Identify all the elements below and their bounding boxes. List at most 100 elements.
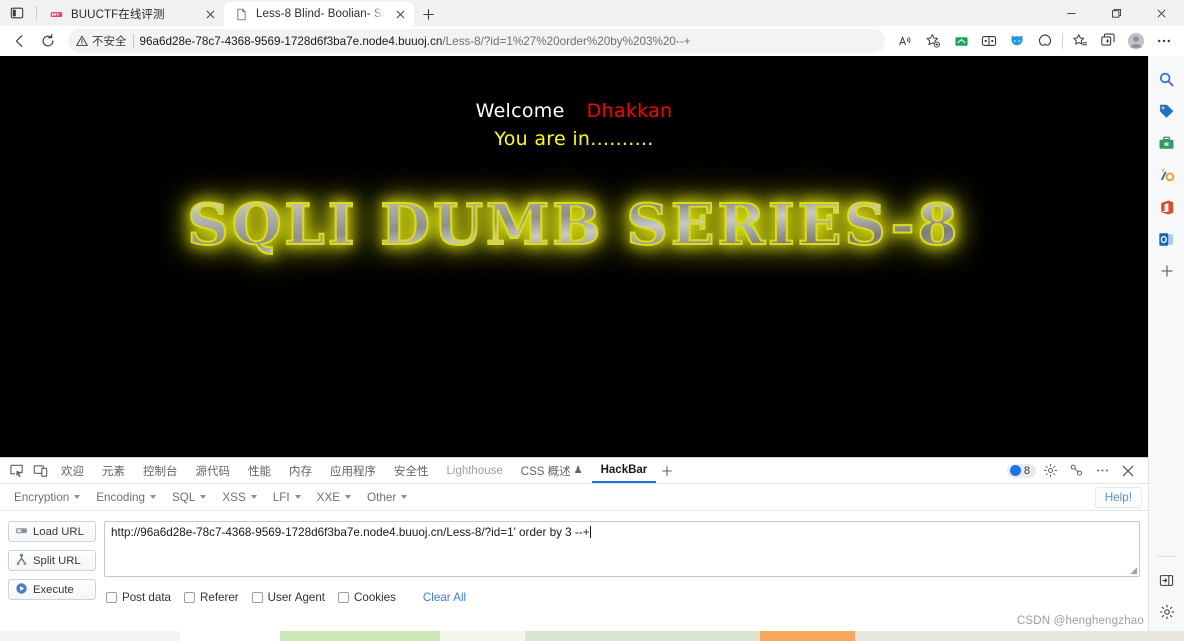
close-tab-button[interactable] xyxy=(202,6,218,22)
close-tab-button[interactable] xyxy=(392,6,408,22)
checkbox-cookies[interactable]: Cookies xyxy=(338,591,396,604)
checkbox-box[interactable] xyxy=(251,592,263,603)
reload-button[interactable] xyxy=(34,28,62,54)
browser-tab-1[interactable]: BUUCTF在线评测 xyxy=(39,2,224,26)
inspect-element-button[interactable] xyxy=(4,460,28,482)
minimize-button[interactable] xyxy=(1049,0,1094,26)
close-window-button[interactable] xyxy=(1139,0,1184,26)
checkbox-post-data[interactable]: Post data xyxy=(106,591,171,604)
address-bar[interactable]: 不安全 96a6d28e-78c7-4368-9569-1728d6f3ba7e… xyxy=(68,29,885,53)
button-label: Load URL xyxy=(33,525,84,538)
sidebar-item-office[interactable] xyxy=(1152,192,1182,222)
device-toolbar-button[interactable] xyxy=(28,460,52,482)
split-screen-button[interactable] xyxy=(975,28,1003,54)
browser-essentials-button[interactable] xyxy=(1031,28,1059,54)
favorites-button[interactable] xyxy=(1066,28,1094,54)
devtools-settings-button[interactable] xyxy=(1038,460,1062,482)
hackbar-menu-encoding[interactable]: Encoding xyxy=(88,488,164,507)
sidebar-settings-button[interactable] xyxy=(1152,597,1182,627)
chevron-down-icon xyxy=(294,495,301,499)
sidebar-item-tools[interactable] xyxy=(1152,128,1182,158)
settings-more-button[interactable] xyxy=(1150,28,1178,54)
sidebar-item-shopping[interactable] xyxy=(1152,96,1182,126)
settings-gear-icon xyxy=(1043,463,1057,478)
devtools-tab-security[interactable]: 安全性 xyxy=(385,458,438,483)
read-aloud-button[interactable] xyxy=(891,28,919,54)
checkbox-box[interactable] xyxy=(184,592,195,603)
add-favorite-button[interactable] xyxy=(919,28,947,54)
back-button[interactable] xyxy=(6,28,34,54)
devtools-tab-console[interactable]: 控制台 xyxy=(134,458,187,483)
new-tab-button[interactable] xyxy=(414,2,442,26)
load-url-icon xyxy=(15,524,28,540)
checkbox-label: Cookies xyxy=(354,591,396,604)
hackbar-options-row: Post data Referer User Agent Cookies Cle… xyxy=(104,591,1140,604)
tools-briefcase-icon xyxy=(1159,136,1174,149)
hackbar-menu-xss[interactable]: XSS xyxy=(214,488,264,507)
hackbar-menu-lfi[interactable]: LFI xyxy=(265,488,309,507)
clear-all-link[interactable]: Clear All xyxy=(423,591,466,604)
hackbar-button-column: Load URL Split URL Execute xyxy=(8,521,96,641)
devtools-more-button[interactable] xyxy=(1090,460,1114,482)
checkbox-box[interactable] xyxy=(106,592,117,603)
sidebar-item-search[interactable] xyxy=(1152,64,1182,94)
checkbox-user-agent[interactable]: User Agent xyxy=(251,591,325,604)
split-url-button[interactable]: Split URL xyxy=(8,550,96,571)
security-warning[interactable]: 不安全 xyxy=(76,33,127,49)
execute-button[interactable]: Execute xyxy=(8,579,96,600)
devtools-close-button[interactable] xyxy=(1116,460,1140,482)
profile-button[interactable] xyxy=(1122,28,1150,54)
button-label: Split URL xyxy=(33,554,81,567)
tab-search-button[interactable] xyxy=(0,0,34,26)
devtools-add-tab-button[interactable] xyxy=(656,460,678,482)
hackbar-menu-xxe[interactable]: XXE xyxy=(309,488,359,507)
devtools-tab-sources[interactable]: 源代码 xyxy=(187,458,240,483)
tab-actions-button[interactable] xyxy=(1094,28,1122,54)
message-count: 8 xyxy=(1023,464,1030,477)
button-label: Execute xyxy=(33,583,74,596)
hackbar-menu-other[interactable]: Other xyxy=(359,488,415,507)
hackbar-help-button[interactable]: Help! xyxy=(1094,486,1142,508)
chevron-down-icon xyxy=(345,495,352,499)
collections-button[interactable] xyxy=(1003,28,1031,54)
resize-grip-icon[interactable]: ◢ xyxy=(1130,566,1137,575)
inspect-element-icon xyxy=(9,464,23,478)
tab-label: 安全性 xyxy=(394,465,429,478)
sidebar-settings-gear-icon xyxy=(1159,604,1174,620)
browser-essentials-icon xyxy=(1038,34,1052,46)
menu-label: XXE xyxy=(316,490,341,504)
sidebar-item-add[interactable] xyxy=(1152,256,1182,286)
devtools-right-controls: 8 xyxy=(1006,460,1144,482)
tab-label: HackBar xyxy=(600,463,648,476)
hackbar-menu-encryption[interactable]: Encryption xyxy=(6,488,88,507)
extension-green-button[interactable] xyxy=(947,28,975,54)
browser-tab-2[interactable]: Less-8 Blind- Boolian- Single Qu xyxy=(224,2,414,26)
read-aloud-icon xyxy=(898,35,910,45)
devtools-tab-css-overview[interactable]: CSS 概述 ♟ xyxy=(512,458,592,483)
message-count-badge[interactable]: 8 xyxy=(1006,463,1036,478)
devtools-tab-welcome[interactable]: 欢迎 xyxy=(52,458,93,483)
experimental-flask-icon: ♟ xyxy=(573,465,583,476)
devtools-tab-performance[interactable]: 性能 xyxy=(239,458,280,483)
sidebar-item-games[interactable] xyxy=(1152,160,1182,190)
load-url-button[interactable]: Load URL xyxy=(8,521,96,542)
hackbar-url-textarea[interactable]: http://96a6d28e-78c7-4368-9569-1728d6f3b… xyxy=(104,521,1140,577)
devtools-tab-elements[interactable]: 元素 xyxy=(93,458,134,483)
devtools-tab-lighthouse[interactable]: Lighthouse xyxy=(438,458,512,483)
execute-play-icon xyxy=(15,582,28,598)
sidebar-item-outlook[interactable] xyxy=(1152,224,1182,254)
web-page-content: Welcome Dhakkan You are in.......... SQLI… xyxy=(0,56,1148,457)
shopping-tag-icon xyxy=(1160,104,1174,118)
devtools-tab-memory[interactable]: 内存 xyxy=(280,458,321,483)
restore-button[interactable] xyxy=(1094,0,1139,26)
checkbox-box[interactable] xyxy=(338,592,350,603)
devtools-tab-hackbar[interactable]: HackBar xyxy=(591,458,657,483)
close-icon xyxy=(206,10,214,18)
menu-label: SQL xyxy=(171,490,196,504)
sidebar-expand-button[interactable] xyxy=(1152,565,1182,595)
devtools-customize-button[interactable] xyxy=(1064,460,1088,482)
chevron-down-icon xyxy=(250,495,257,499)
devtools-tab-application[interactable]: 应用程序 xyxy=(321,458,385,483)
checkbox-referer[interactable]: Referer xyxy=(184,591,239,604)
hackbar-menu-sql[interactable]: SQL xyxy=(164,488,214,507)
